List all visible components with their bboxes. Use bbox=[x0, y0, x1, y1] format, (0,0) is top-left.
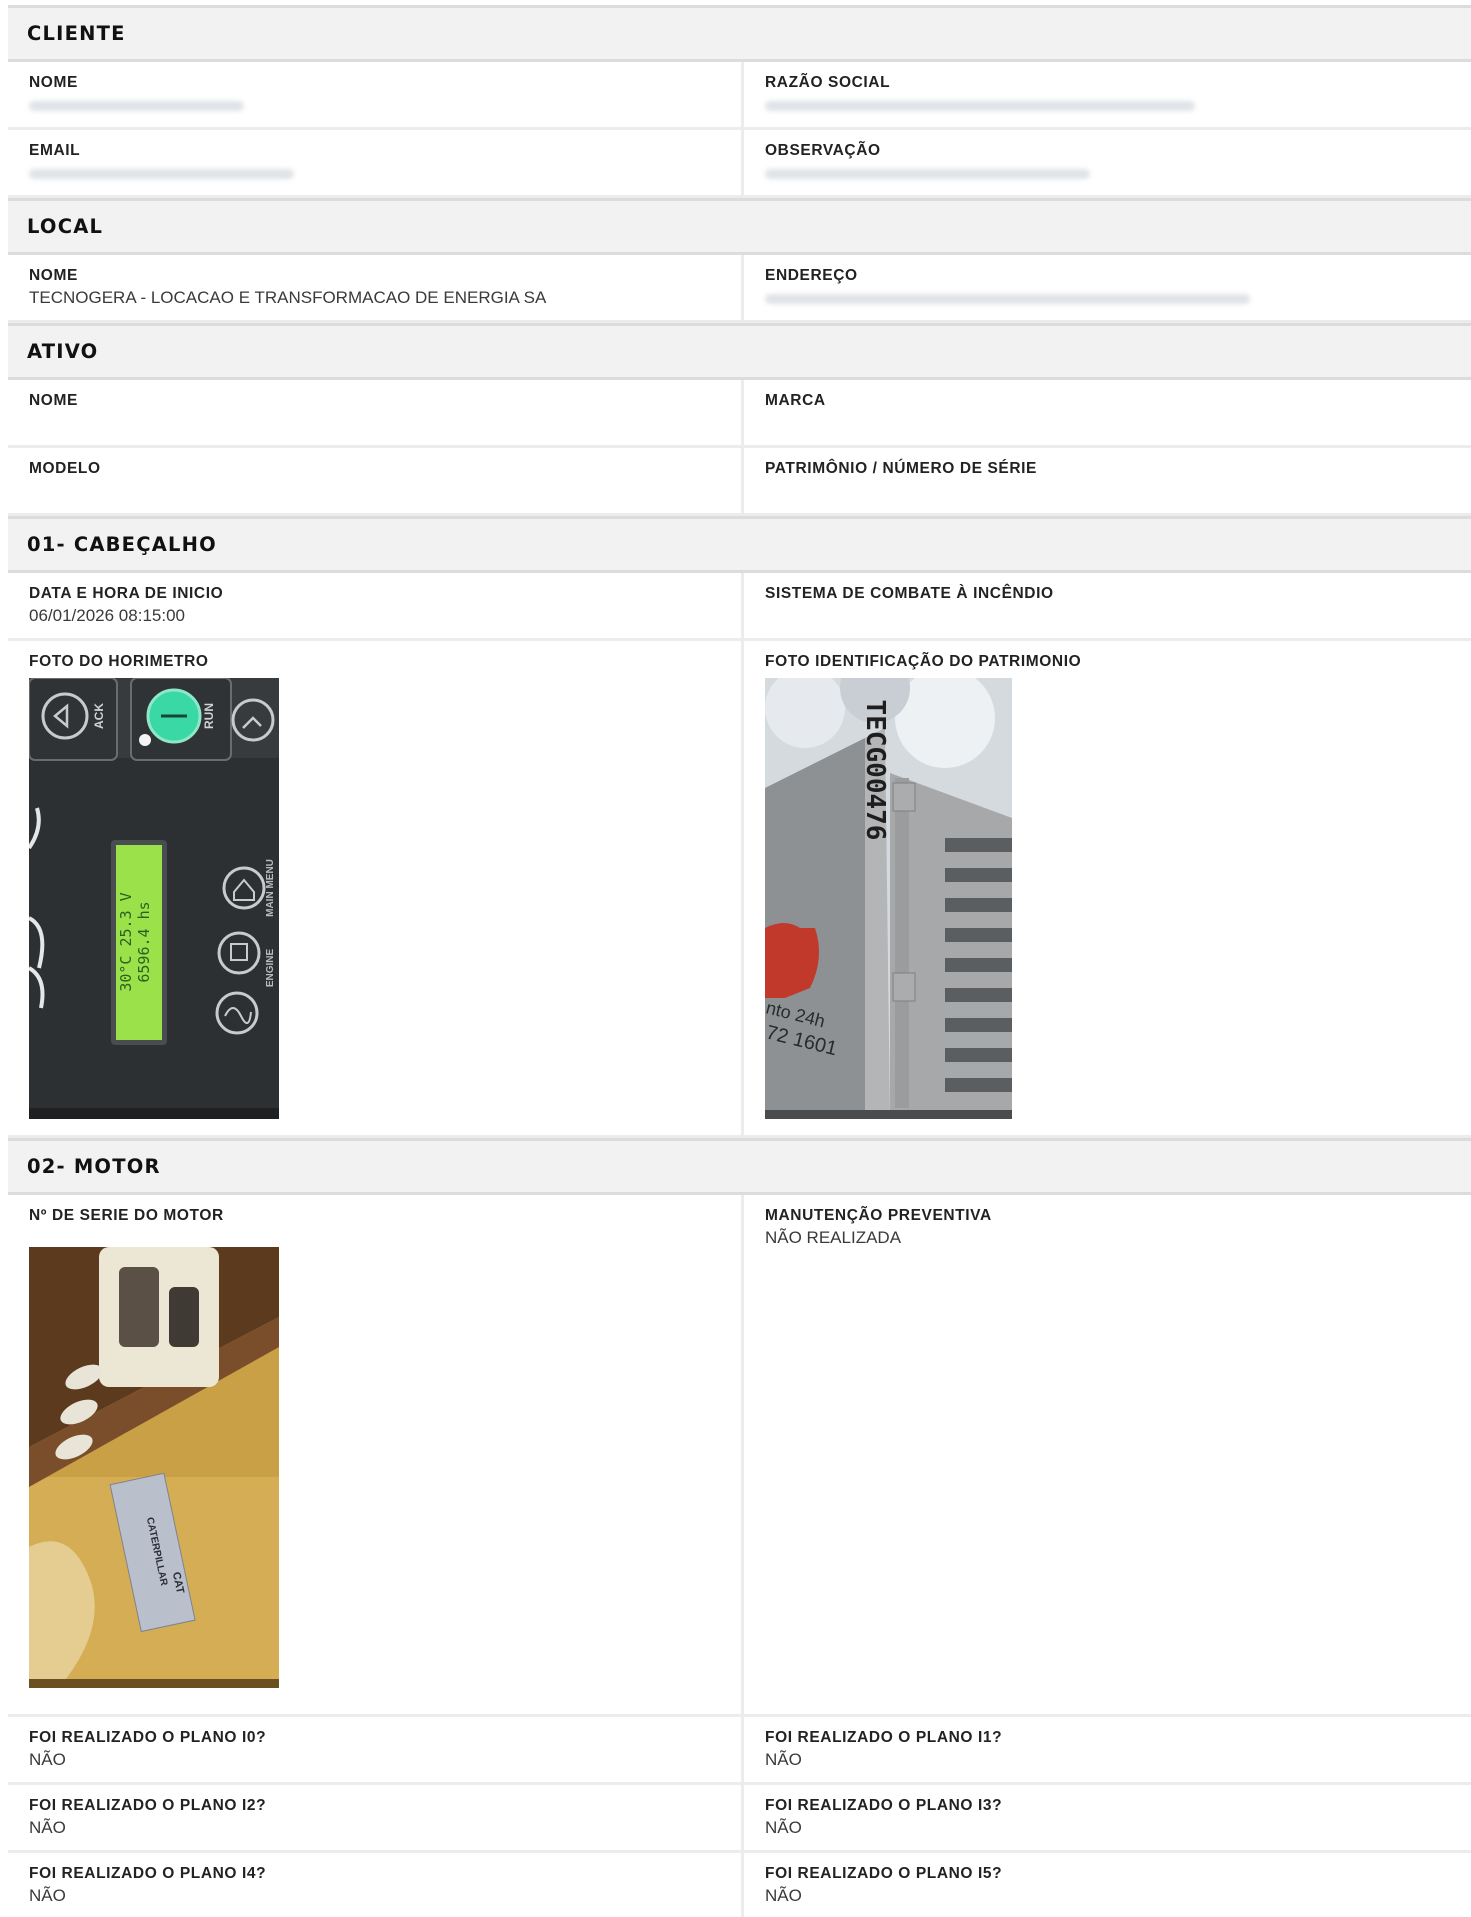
field-serie-motor: Nº DE SERIE DO MOTOR CATERPILLAR CAT bbox=[8, 1195, 744, 1714]
field-plano-i1: FOI REALIZADO O PLANO I1? NÃO bbox=[744, 1717, 1471, 1782]
row-motor-serie: Nº DE SERIE DO MOTOR CATERPILLAR CAT MAN… bbox=[8, 1195, 1471, 1717]
row-plano-i2-i3: FOI REALIZADO O PLANO I2? NÃO FOI REALIZ… bbox=[8, 1785, 1471, 1853]
row-ativo-nome: NOME MARCA bbox=[8, 380, 1471, 448]
field-label: FOTO IDENTIFICAÇÃO DO PATRIMONIO bbox=[765, 653, 1082, 670]
field-value: NÃO bbox=[765, 1750, 802, 1769]
row-local: NOME TECNOGERA - LOCACAO E TRANSFORMACAO… bbox=[8, 255, 1471, 323]
run-label: RUN bbox=[202, 703, 216, 729]
field-endereco: ENDEREÇO bbox=[744, 255, 1471, 320]
field-label: NOME bbox=[29, 267, 78, 284]
lcd-line-2: 6596.4 hs bbox=[135, 901, 153, 982]
field-label: FOTO DO HORIMETRO bbox=[29, 653, 209, 670]
field-value: NÃO REALIZADA bbox=[765, 1228, 902, 1247]
field-label: MODELO bbox=[29, 460, 101, 477]
redacted-value bbox=[765, 294, 1250, 304]
field-value: 06/01/2026 08:15:00 bbox=[29, 606, 185, 625]
field-local-nome: NOME TECNOGERA - LOCACAO E TRANSFORMACAO… bbox=[8, 255, 744, 320]
field-label: NOME bbox=[29, 74, 78, 91]
ack-label: ACK bbox=[92, 703, 106, 729]
row-cliente-nome: NOME RAZÃO SOCIAL bbox=[8, 62, 1471, 130]
section-header-cliente: CLIENTE bbox=[8, 5, 1471, 62]
section-title: 02- MOTOR bbox=[27, 1155, 161, 1178]
field-label: SISTEMA DE COMBATE À INCÊNDIO bbox=[765, 585, 1054, 602]
field-label: FOI REALIZADO O PLANO I3? bbox=[765, 1797, 1003, 1814]
redacted-value bbox=[29, 101, 244, 111]
field-label: NOME bbox=[29, 392, 78, 409]
patrimonio-stencil: TECG00476 bbox=[860, 700, 890, 841]
field-value: NÃO bbox=[29, 1818, 66, 1837]
field-razao-social: RAZÃO SOCIAL bbox=[744, 62, 1471, 127]
row-plano-i4-i5: FOI REALIZADO O PLANO I4? NÃO FOI REALIZ… bbox=[8, 1853, 1471, 1917]
section-header-local: LOCAL bbox=[8, 198, 1471, 255]
field-foto-horimetro: FOTO DO HORIMETRO ACK RUN 30°C 25.3 V 65… bbox=[8, 641, 744, 1135]
field-plano-i4: FOI REALIZADO O PLANO I4? NÃO bbox=[8, 1853, 744, 1917]
row-cabecalho-fotos: FOTO DO HORIMETRO ACK RUN 30°C 25.3 V 65… bbox=[8, 641, 1471, 1138]
field-modelo: MODELO bbox=[8, 448, 744, 513]
field-cliente-nome: NOME bbox=[8, 62, 744, 127]
field-value: NÃO bbox=[765, 1886, 802, 1905]
motor-serie-photo[interactable]: CATERPILLAR CAT bbox=[29, 1247, 279, 1688]
field-label: FOI REALIZADO O PLANO I2? bbox=[29, 1797, 267, 1814]
field-plano-i0: FOI REALIZADO O PLANO I0? NÃO bbox=[8, 1717, 744, 1782]
field-value: TECNOGERA - LOCACAO E TRANSFORMACAO DE E… bbox=[29, 288, 547, 307]
field-label: Nº DE SERIE DO MOTOR bbox=[29, 1207, 224, 1224]
section-title: ATIVO bbox=[27, 340, 99, 363]
field-label: DATA E HORA DE INICIO bbox=[29, 585, 224, 602]
field-label: FOI REALIZADO O PLANO I4? bbox=[29, 1865, 267, 1882]
section-title: LOCAL bbox=[27, 215, 104, 238]
field-plano-i5: FOI REALIZADO O PLANO I5? NÃO bbox=[744, 1853, 1471, 1917]
main-menu-label: MAIN MENU bbox=[265, 859, 276, 917]
field-label: FOI REALIZADO O PLANO I0? bbox=[29, 1729, 267, 1746]
field-cliente-email: EMAIL bbox=[8, 130, 744, 195]
row-ativo-modelo: MODELO PATRIMÔNIO / NÚMERO DE SÉRIE bbox=[8, 448, 1471, 516]
field-data-inicio: DATA E HORA DE INICIO 06/01/2026 08:15:0… bbox=[8, 573, 744, 638]
field-value: NÃO bbox=[765, 1818, 802, 1837]
field-value: NÃO bbox=[29, 1886, 66, 1905]
field-plano-i2: FOI REALIZADO O PLANO I2? NÃO bbox=[8, 1785, 744, 1850]
field-foto-patrimonio: FOTO IDENTIFICAÇÃO DO PATRIMONIO TECG004… bbox=[744, 641, 1471, 1135]
section-header-motor: 02- MOTOR bbox=[8, 1138, 1471, 1195]
field-label: RAZÃO SOCIAL bbox=[765, 74, 891, 91]
field-ativo-nome: NOME bbox=[8, 380, 744, 445]
field-label: MANUTENÇÃO PREVENTIVA bbox=[765, 1207, 992, 1224]
redacted-value bbox=[29, 169, 294, 179]
field-label: PATRIMÔNIO / NÚMERO DE SÉRIE bbox=[765, 460, 1037, 477]
field-sistema-incendio: SISTEMA DE COMBATE À INCÊNDIO bbox=[744, 573, 1471, 638]
field-marca: MARCA bbox=[744, 380, 1471, 445]
row-cliente-email: EMAIL OBSERVAÇÃO bbox=[8, 130, 1471, 198]
field-value: NÃO bbox=[29, 1750, 66, 1769]
section-title: CLIENTE bbox=[27, 22, 126, 45]
redacted-value bbox=[765, 169, 1090, 179]
field-label: EMAIL bbox=[29, 142, 81, 159]
engine-label: ENGINE bbox=[265, 949, 276, 988]
field-label: OBSERVAÇÃO bbox=[765, 142, 881, 159]
field-label: ENDEREÇO bbox=[765, 267, 858, 284]
patrimonio-photo[interactable]: TECG00476 nto 24h 72 1601 bbox=[765, 678, 1012, 1119]
field-label: FOI REALIZADO O PLANO I1? bbox=[765, 1729, 1003, 1746]
section-header-cabecalho: 01- CABEÇALHO bbox=[8, 516, 1471, 573]
field-label: MARCA bbox=[765, 392, 826, 409]
field-observacao: OBSERVAÇÃO bbox=[744, 130, 1471, 195]
row-cabecalho-data: DATA E HORA DE INICIO 06/01/2026 08:15:0… bbox=[8, 573, 1471, 641]
row-plano-i0-i1: FOI REALIZADO O PLANO I0? NÃO FOI REALIZ… bbox=[8, 1717, 1471, 1785]
field-plano-i3: FOI REALIZADO O PLANO I3? NÃO bbox=[744, 1785, 1471, 1850]
field-label: FOI REALIZADO O PLANO I5? bbox=[765, 1865, 1003, 1882]
section-title: 01- CABEÇALHO bbox=[27, 533, 217, 556]
redacted-value bbox=[765, 101, 1195, 111]
inspection-report: CLIENTE NOME RAZÃO SOCIAL EMAIL OBSERVAÇ… bbox=[8, 0, 1471, 1917]
lcd-line-1: 30°C 25.3 V bbox=[117, 892, 135, 991]
field-manutencao-preventiva: MANUTENÇÃO PREVENTIVA NÃO REALIZADA bbox=[744, 1195, 1471, 1714]
field-patrimonio: PATRIMÔNIO / NÚMERO DE SÉRIE bbox=[744, 448, 1471, 513]
horimetro-photo[interactable]: ACK RUN 30°C 25.3 V 6596.4 hs MAIN MENU … bbox=[29, 678, 279, 1119]
section-header-ativo: ATIVO bbox=[8, 323, 1471, 380]
